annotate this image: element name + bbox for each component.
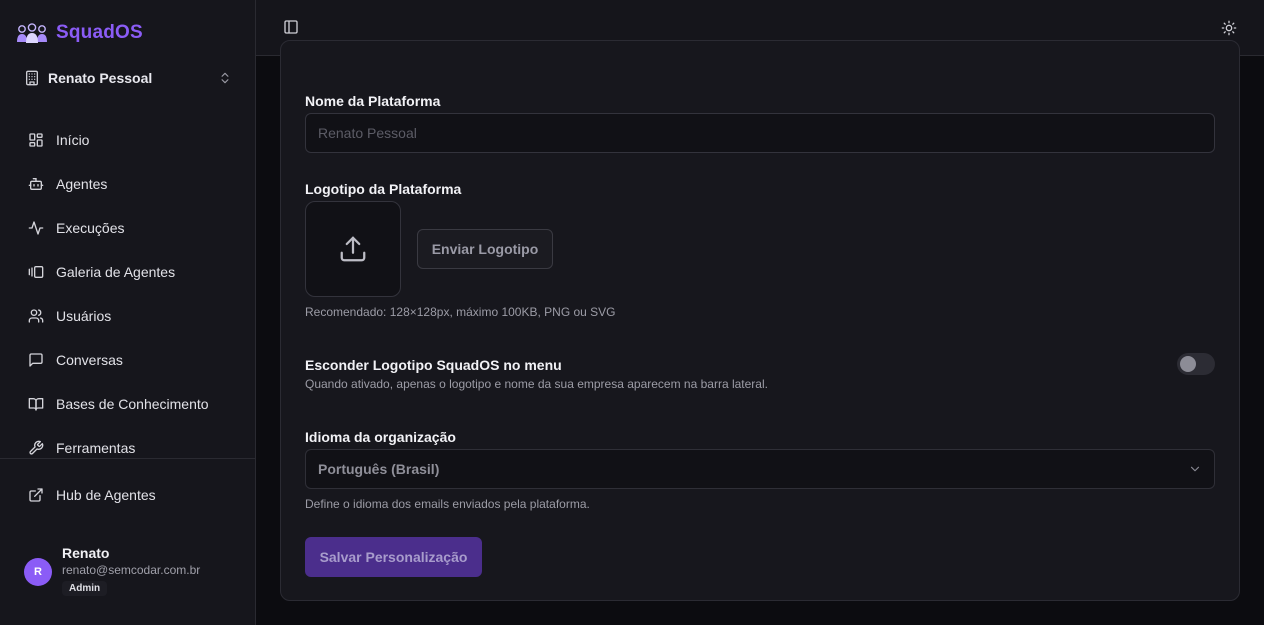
brand[interactable]: SquadOS <box>16 20 143 46</box>
toggle-knob <box>1180 356 1196 372</box>
message-icon <box>28 352 44 368</box>
sidebar-item-label: Execuções <box>56 220 125 236</box>
language-hint: Define o idioma dos emails enviados pela… <box>305 497 590 511</box>
org-switcher[interactable]: Renato Pessoal <box>16 62 240 94</box>
sun-icon <box>1221 20 1237 36</box>
sidebar: SquadOS Renato Pessoal Início Agentes Ex… <box>0 0 256 625</box>
chevrons-up-down-icon <box>218 71 232 85</box>
logo-label: Logotipo da Plataforma <box>305 181 462 197</box>
user-name: Renato <box>62 545 110 561</box>
theme-toggle-button[interactable] <box>1218 17 1240 39</box>
sidebar-item-bases[interactable]: Bases de Conhecimento <box>16 382 240 426</box>
org-name: Renato Pessoal <box>48 70 153 86</box>
user-email: renato@semcodar.com.br <box>62 563 201 577</box>
dashboard-icon <box>28 132 44 148</box>
language-select[interactable]: Português (Brasil) <box>305 449 1215 489</box>
gallery-icon <box>28 264 44 280</box>
building-icon <box>24 70 40 86</box>
brand-name: SquadOS <box>56 22 143 43</box>
sidebar-item-conversas[interactable]: Conversas <box>16 338 240 382</box>
book-icon <box>28 396 44 412</box>
save-customization-button[interactable]: Salvar Personalização <box>305 537 482 577</box>
sidebar-item-label: Hub de Agentes <box>56 487 156 503</box>
sidebar-item-agentes[interactable]: Agentes <box>16 162 240 206</box>
sidebar-item-label: Galeria de Agentes <box>56 264 176 280</box>
sidebar-item-execucoes[interactable]: Execuções <box>16 206 240 250</box>
role-badge: Admin <box>62 581 108 596</box>
platform-name-label: Nome da Plataforma <box>305 93 441 109</box>
squad-logo-icon <box>16 20 48 46</box>
chevron-down-icon <box>1188 462 1202 476</box>
panel-left-icon <box>283 19 299 35</box>
platform-name-input[interactable] <box>305 113 1215 153</box>
sidebar-item-ferramentas[interactable]: Ferramentas <box>16 426 240 470</box>
upload-logo-button[interactable]: Enviar Logotipo <box>417 229 553 269</box>
avatar: R <box>24 558 52 586</box>
sidebar-item-galeria[interactable]: Galeria de Agentes <box>16 250 240 294</box>
users-icon <box>28 308 44 324</box>
customization-card: Nome da Plataforma Logotipo da Plataform… <box>280 40 1240 601</box>
logo-hint: Recomendado: 128×128px, máximo 100KB, PN… <box>305 305 616 319</box>
sidebar-item-hub[interactable]: Hub de Agentes <box>16 473 240 517</box>
wrench-icon <box>28 440 44 456</box>
upload-icon <box>338 234 368 264</box>
sidebar-item-label: Agentes <box>56 176 108 192</box>
sidebar-toggle-button[interactable] <box>280 16 302 38</box>
language-label: Idioma da organização <box>305 429 456 445</box>
app: SquadOS Renato Pessoal Início Agentes Ex… <box>0 0 1264 625</box>
user-profile[interactable]: R Renato renato@semcodar.com.br Admin <box>24 543 240 603</box>
hide-logo-label: Esconder Logotipo SquadOS no menu <box>305 357 562 373</box>
hide-logo-toggle[interactable] <box>1177 353 1215 375</box>
activity-icon <box>28 220 44 236</box>
sidebar-item-label: Conversas <box>56 352 123 368</box>
bot-icon <box>28 176 44 192</box>
sidebar-footer-nav: Hub de Agentes <box>16 473 240 517</box>
sidebar-nav: Início Agentes Execuções Galeria de Agen… <box>16 118 240 470</box>
language-select-value: Português (Brasil) <box>318 461 440 477</box>
sidebar-item-label: Bases de Conhecimento <box>56 396 209 412</box>
sidebar-item-label: Usuários <box>56 308 112 324</box>
sidebar-item-label: Ferramentas <box>56 440 136 456</box>
hide-logo-description: Quando ativado, apenas o logotipo e nome… <box>305 377 768 391</box>
external-link-icon <box>28 487 44 503</box>
sidebar-divider <box>0 458 255 459</box>
logo-dropzone[interactable] <box>305 201 401 297</box>
sidebar-item-label: Início <box>56 132 90 148</box>
sidebar-item-inicio[interactable]: Início <box>16 118 240 162</box>
sidebar-item-usuarios[interactable]: Usuários <box>16 294 240 338</box>
